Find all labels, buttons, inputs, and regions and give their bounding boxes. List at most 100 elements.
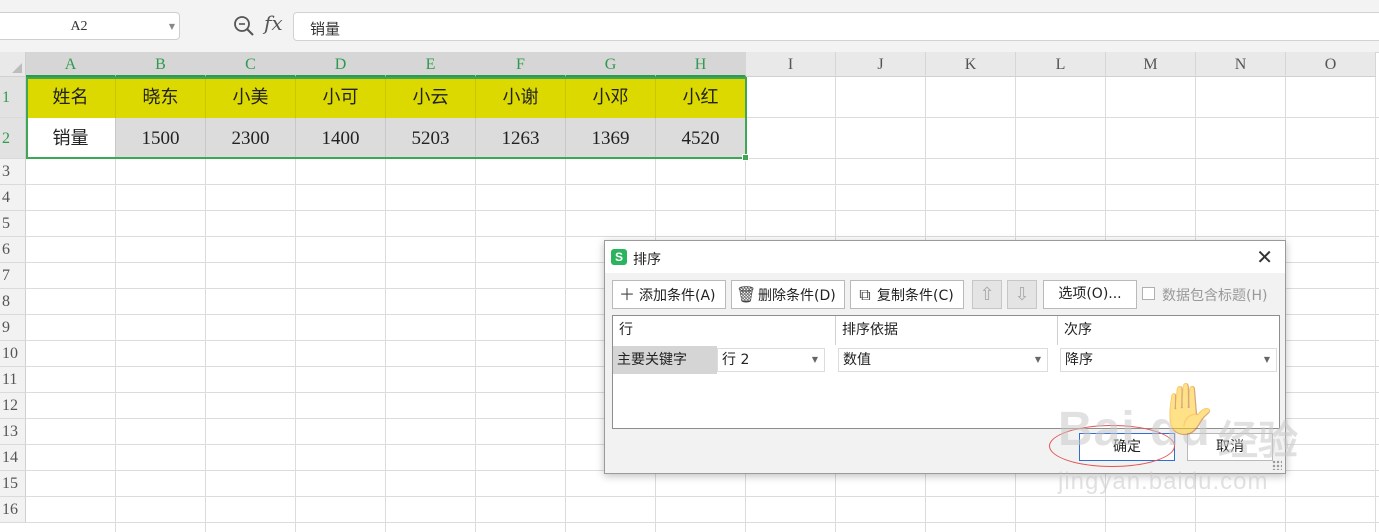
- trash-icon: 🗑: [736, 285, 757, 304]
- arrow-up-icon: ⇧: [979, 284, 995, 305]
- key-select-value: 行 2: [722, 352, 750, 368]
- row-header[interactable]: 15: [0, 471, 26, 497]
- sort-conditions-table: 行 排序依据 次序 主要关键字 行 2 ▼ 数值 ▼ 降序 ▼: [612, 315, 1280, 429]
- cell-value[interactable]: 1369: [566, 118, 656, 159]
- row-header[interactable]: 14: [0, 445, 26, 471]
- column-header[interactable]: G: [566, 52, 656, 77]
- row-gridline: [26, 236, 1379, 237]
- cell-value[interactable]: 2300: [206, 118, 296, 159]
- primary-key-label: 主要关键字: [613, 346, 717, 374]
- column-header[interactable]: D: [296, 52, 386, 77]
- column-header-row: 行: [613, 316, 835, 345]
- close-icon[interactable]: ✕: [1256, 247, 1273, 267]
- cell-value[interactable]: 1263: [476, 118, 566, 159]
- dialog-title: 排序: [633, 252, 661, 268]
- column-header[interactable]: F: [476, 52, 566, 77]
- sort-dialog: S 排序 ✕ ＋添加条件(A) 🗑 删除条件(D) ⧉ 复制条件(C) ⇧ ⇩ 选项…: [604, 240, 1286, 474]
- row-header[interactable]: 2: [0, 118, 26, 159]
- cell-header[interactable]: 小谢: [476, 77, 566, 118]
- row-gridline: [26, 184, 1379, 185]
- cell-header[interactable]: 小云: [386, 77, 476, 118]
- cell-value[interactable]: 4520: [656, 118, 746, 159]
- column-header[interactable]: K: [926, 52, 1016, 77]
- formula-bar: A2 ▼ fx 销量: [0, 0, 1379, 53]
- column-header[interactable]: H: [656, 52, 746, 77]
- copy-condition-label: 复制条件(C): [877, 288, 954, 304]
- add-condition-label: 添加条件(A): [639, 288, 716, 304]
- key-select[interactable]: 行 2 ▼: [717, 348, 825, 372]
- cell-value[interactable]: 1400: [296, 118, 386, 159]
- plus-icon: ＋: [618, 285, 635, 304]
- row-header[interactable]: 3: [0, 159, 26, 185]
- row-header[interactable]: 13: [0, 419, 26, 445]
- row-header[interactable]: 16: [0, 497, 26, 523]
- column-header[interactable]: J: [836, 52, 926, 77]
- ok-button[interactable]: 确定: [1079, 433, 1175, 461]
- column-header[interactable]: E: [386, 52, 476, 77]
- options-label: 选项(O)...: [1058, 286, 1122, 302]
- order-select[interactable]: 降序 ▼: [1060, 348, 1277, 372]
- fx-icon[interactable]: fx: [264, 11, 283, 35]
- sort-on-select[interactable]: 数值 ▼: [838, 348, 1048, 372]
- formula-value: 销量: [310, 20, 341, 38]
- copy-condition-button[interactable]: ⧉ 复制条件(C): [850, 280, 964, 309]
- column-header-order: 次序: [1057, 316, 1279, 345]
- cell-header[interactable]: 小可: [296, 77, 386, 118]
- cell-header[interactable]: 小邓: [566, 77, 656, 118]
- zoom-icon[interactable]: [232, 14, 256, 38]
- cell-value[interactable]: 5203: [386, 118, 476, 159]
- cell-header[interactable]: 小美: [206, 77, 296, 118]
- cancel-button[interactable]: 取消: [1187, 433, 1273, 461]
- column-header-sort-on: 排序依据: [835, 316, 1057, 345]
- formula-input[interactable]: 销量: [293, 12, 1379, 41]
- chevron-down-icon: ▼: [1263, 355, 1270, 364]
- move-up-button[interactable]: ⇧: [972, 280, 1002, 309]
- row-header[interactable]: 10: [0, 341, 26, 367]
- row-gridline: [26, 522, 1379, 523]
- column-header[interactable]: O: [1286, 52, 1376, 77]
- chevron-down-icon: ▼: [1034, 355, 1041, 364]
- column-header[interactable]: C: [206, 52, 296, 77]
- cell-header[interactable]: 晓东: [116, 77, 206, 118]
- cell-value[interactable]: 1500: [116, 118, 206, 159]
- cell-active[interactable]: 销量: [26, 118, 116, 159]
- sort-rule-row: 主要关键字 行 2 ▼ 数值 ▼ 降序 ▼: [613, 346, 1279, 374]
- cancel-label: 取消: [1216, 439, 1244, 455]
- row-header[interactable]: 9: [0, 315, 26, 341]
- has-header-checkbox[interactable]: [1142, 287, 1155, 300]
- cell-header[interactable]: 小红: [656, 77, 746, 118]
- cell-header[interactable]: 姓名: [26, 77, 116, 118]
- chevron-down-icon: ▼: [811, 355, 818, 364]
- row-header[interactable]: 7: [0, 263, 26, 289]
- ok-label: 确定: [1113, 439, 1141, 455]
- move-down-button[interactable]: ⇩: [1007, 280, 1037, 309]
- arrow-down-icon: ⇩: [1014, 284, 1030, 305]
- row-header[interactable]: 12: [0, 393, 26, 419]
- column-header[interactable]: L: [1016, 52, 1106, 77]
- sort-on-select-value: 数值: [843, 352, 871, 368]
- row-header[interactable]: 11: [0, 367, 26, 393]
- column-header[interactable]: M: [1106, 52, 1196, 77]
- delete-condition-label: 删除条件(D): [758, 288, 836, 304]
- row-header[interactable]: 1: [0, 77, 26, 118]
- name-box[interactable]: A2 ▼: [0, 12, 180, 40]
- column-header[interactable]: A: [26, 52, 116, 77]
- chevron-down-icon[interactable]: ▼: [169, 22, 175, 31]
- has-header-label: 数据包含标题(H): [1162, 288, 1268, 304]
- delete-condition-button[interactable]: 🗑 删除条件(D): [731, 280, 845, 309]
- row-header[interactable]: 4: [0, 185, 26, 211]
- row-gridline: [26, 210, 1379, 211]
- row-header[interactable]: 5: [0, 211, 26, 237]
- select-all-corner[interactable]: [0, 52, 26, 77]
- row-header[interactable]: 6: [0, 237, 26, 263]
- column-header[interactable]: B: [116, 52, 206, 77]
- options-button[interactable]: 选项(O)...: [1043, 280, 1137, 309]
- copy-icon: ⧉: [859, 285, 871, 304]
- row-header[interactable]: 8: [0, 289, 26, 315]
- name-box-value: A2: [70, 19, 88, 34]
- column-header[interactable]: N: [1196, 52, 1286, 77]
- add-condition-button[interactable]: ＋添加条件(A): [612, 280, 726, 309]
- column-header[interactable]: I: [746, 52, 836, 77]
- dialog-title-bar: S 排序 ✕: [605, 241, 1285, 273]
- resize-grip[interactable]: [1272, 460, 1282, 470]
